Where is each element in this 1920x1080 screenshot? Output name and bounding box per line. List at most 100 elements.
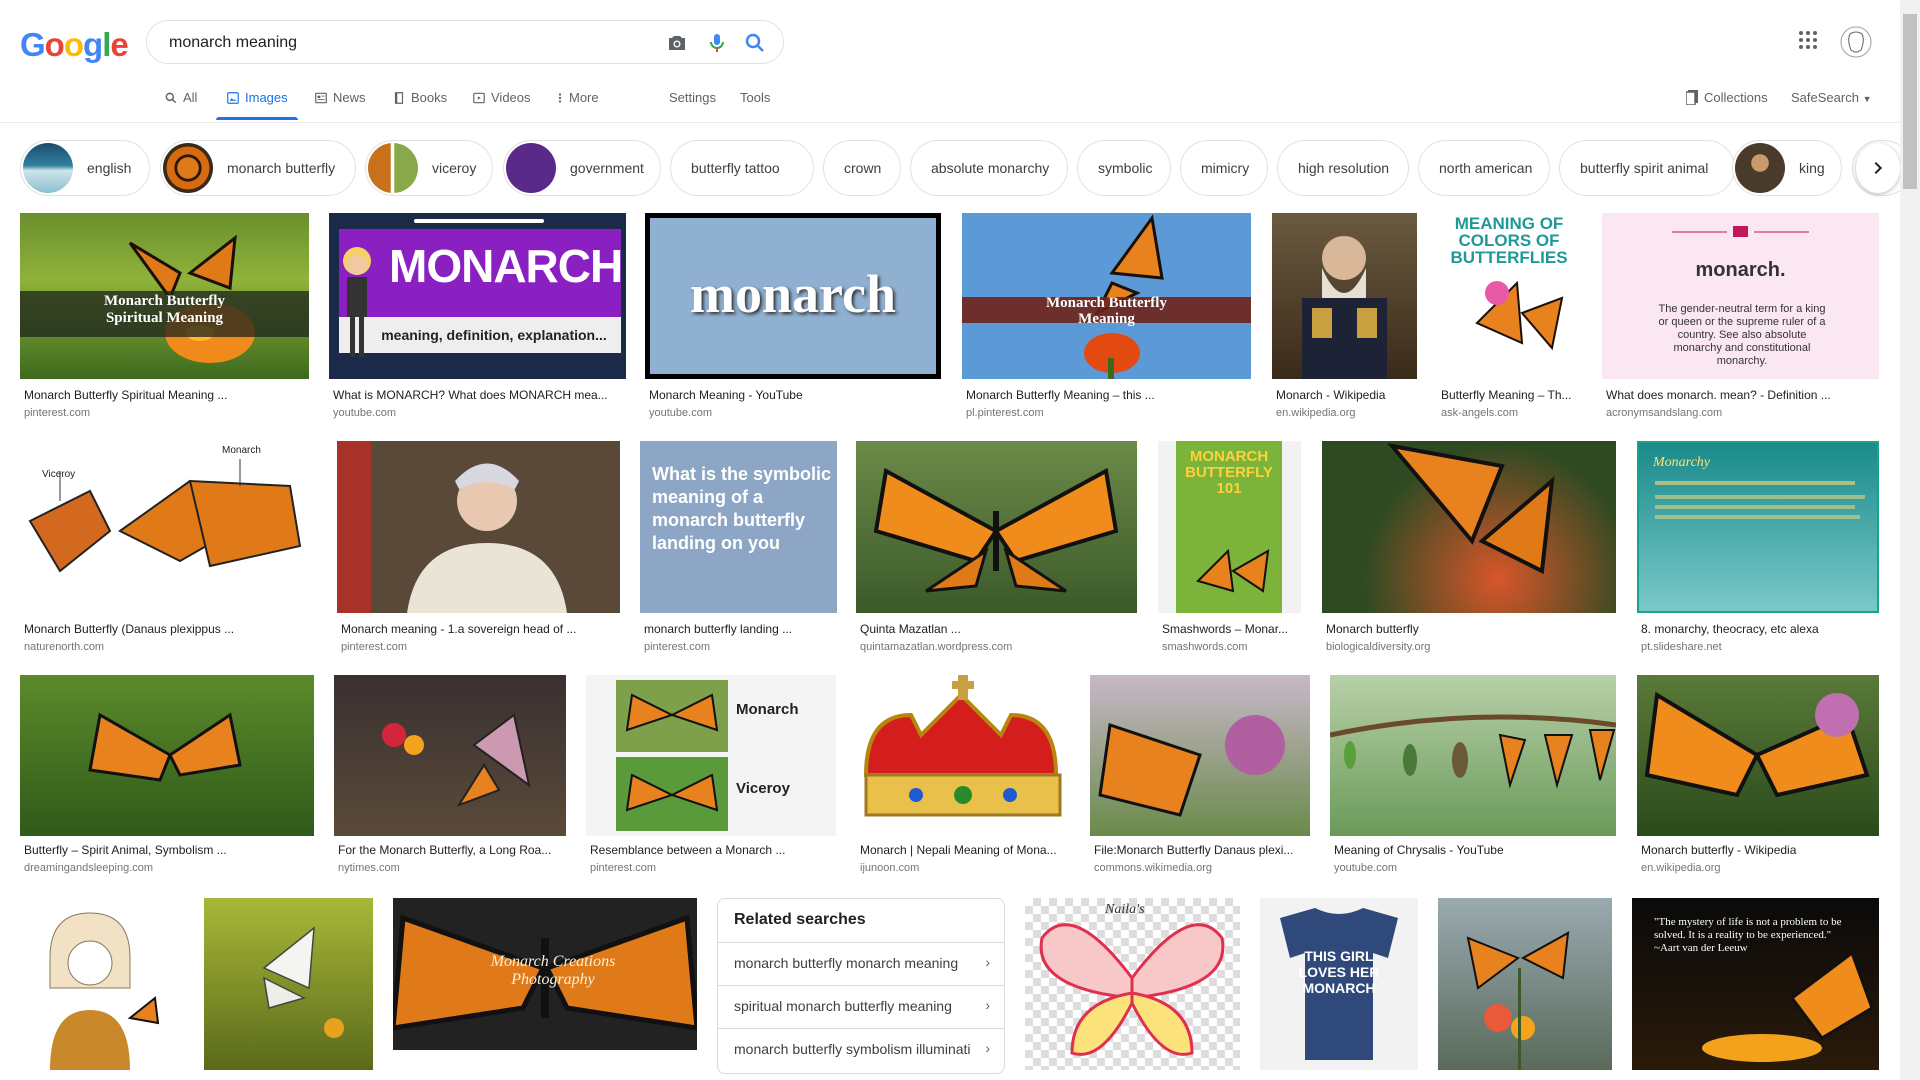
chip[interactable]: government	[503, 140, 661, 196]
result-thumbnail	[334, 675, 566, 836]
related-search-label: spiritual monarch butterfly meaning	[734, 998, 952, 1014]
overlay-text: Monarch	[736, 701, 799, 718]
chip[interactable]: butterfly spirit animal	[1559, 140, 1735, 196]
related-search-item[interactable]: monarch butterfly symbolism illuminati ›	[718, 1028, 1004, 1070]
result-caption: Butterfly – Spirit Animal, Symbolism ...	[24, 843, 227, 857]
microphone-icon[interactable]	[705, 31, 729, 55]
tab-more[interactable]: More	[556, 90, 599, 122]
chip[interactable]: mimicry	[1180, 140, 1268, 196]
result-source: youtube.com	[649, 407, 712, 419]
result-source: ask-angels.com	[1441, 407, 1519, 419]
chevron-right-icon: ›	[985, 997, 990, 1013]
chip[interactable]: high resolution	[1277, 140, 1409, 196]
avatar[interactable]	[1840, 26, 1872, 63]
chip-thumbnail	[368, 143, 418, 193]
tab-images[interactable]: Images	[216, 90, 298, 122]
scrollbar-thumb[interactable]	[1903, 14, 1917, 189]
tab-label: Settings	[669, 90, 716, 105]
logo-letter: G	[20, 26, 46, 63]
result-source: pl.pinterest.com	[966, 407, 1044, 419]
result-caption: What is MONARCH? What does MONARCH mea..…	[333, 388, 608, 402]
overlay-text: Monarch Butterfly Meaning	[1046, 295, 1167, 327]
related-search-item[interactable]: spiritual monarch butterfly meaning ›	[718, 985, 1004, 1027]
result-source: naturenorth.com	[24, 641, 105, 653]
chip[interactable]: butterfly tattoo	[670, 140, 814, 196]
result-thumbnail: Monarch Butterfly Spiritual Meaning	[20, 213, 309, 379]
result-source: pinterest.com	[341, 641, 408, 653]
collections-link[interactable]: Collections	[1686, 90, 1768, 105]
chip[interactable]: crown	[823, 140, 901, 196]
result-caption: Meaning of Chrysalis - YouTube	[1334, 843, 1504, 857]
result-caption: Smashwords – Monar...	[1162, 622, 1289, 636]
tab-videos[interactable]: Videos	[472, 90, 531, 122]
tab-tools[interactable]: Tools	[740, 90, 770, 122]
result-source: youtube.com	[1334, 862, 1397, 874]
chip[interactable]: monarch butterfly	[160, 140, 356, 196]
result-caption: Monarch meaning - 1.a sovereign head of …	[341, 622, 577, 636]
result-caption: Monarch Butterfly (Danaus plexippus ...	[24, 622, 235, 636]
tab-label: Videos	[491, 90, 531, 105]
camera-icon[interactable]	[665, 31, 689, 55]
chip[interactable]: english	[20, 140, 150, 196]
result-caption: Monarch Butterfly Meaning – this ...	[966, 388, 1155, 402]
chip[interactable]: absolute monarchy	[910, 140, 1068, 196]
result-caption: Monarch Meaning - YouTube	[649, 388, 803, 402]
result-caption: Monarch Butterfly Spiritual Meaning ...	[24, 388, 228, 402]
header-divider	[0, 122, 1900, 123]
chip[interactable]: viceroy	[365, 140, 493, 196]
search-icon[interactable]	[743, 31, 767, 55]
book-icon	[394, 92, 404, 104]
scrollbar[interactable]	[1900, 0, 1920, 1080]
overlay-text: Viceroy	[42, 469, 76, 480]
search-input[interactable]	[167, 31, 641, 55]
tab-all[interactable]: All	[164, 90, 197, 122]
related-search-item[interactable]: monarch butterfly monarch meaning ›	[718, 942, 1004, 984]
safesearch-dropdown[interactable]: SafeSearch ▼	[1791, 90, 1871, 105]
result-thumbnail	[1272, 213, 1417, 379]
tab-books[interactable]: Books	[392, 90, 447, 122]
result-source: ijunoon.com	[860, 862, 920, 874]
collections-label: Collections	[1704, 90, 1768, 105]
chevron-right-icon[interactable]	[1856, 143, 1900, 193]
google-logo[interactable]: Google	[20, 26, 129, 64]
result-thumbnail	[1637, 675, 1879, 836]
search-icon	[165, 92, 177, 104]
result-source: pt.slideshare.net	[1641, 641, 1722, 653]
caret-down-icon: ▼	[1862, 94, 1872, 104]
apps-icon[interactable]	[1796, 28, 1820, 57]
result-source: quintamazatlan.wordpress.com	[860, 641, 1013, 653]
result-source: biologicaldiversity.org	[1326, 641, 1431, 653]
result-thumbnail: THIS GIRL LOVES HER MONARCH	[1260, 898, 1418, 1070]
result-caption: Monarch | Nepali Meaning of Mona...	[860, 843, 1057, 857]
bookmark-icon	[1686, 90, 1698, 105]
result-caption: Quinta Mazatlan ...	[860, 622, 961, 636]
chip-label: high resolution	[1298, 160, 1390, 176]
chip[interactable]: symbolic	[1077, 140, 1171, 196]
tab-label: More	[569, 90, 599, 105]
chip-thumbnail	[1735, 143, 1785, 193]
chip-label: mimicry	[1201, 160, 1250, 176]
news-icon	[315, 92, 327, 104]
overlay-subtext: Viceroy	[736, 780, 790, 797]
overlay-subtext: The gender-neutral term for a king or qu…	[1658, 303, 1826, 367]
result-thumbnail: Naila's	[1025, 898, 1240, 1070]
result-thumbnail: Monarch Butterfly Meaning	[962, 213, 1251, 379]
tab-settings[interactable]: Settings	[669, 90, 716, 122]
tab-news[interactable]: News	[314, 90, 366, 122]
chip-label: english	[87, 160, 132, 176]
safesearch-label: SafeSearch	[1791, 90, 1859, 105]
chip[interactable]: king	[1732, 140, 1842, 196]
chevron-right-icon: ›	[985, 954, 990, 970]
result-caption: Butterfly Meaning – Th...	[1441, 388, 1572, 402]
overlay-text: Monarch Butterfly Spiritual Meaning	[104, 293, 225, 326]
chip[interactable]: north american	[1418, 140, 1550, 196]
chip-label: crown	[844, 160, 882, 176]
result-thumbnail	[204, 898, 373, 1070]
result-thumbnail	[1090, 675, 1310, 836]
video-icon	[473, 92, 485, 104]
result-thumbnail: Monarch Creations Photography	[393, 898, 697, 1050]
result-thumbnail: Viceroy Monarch	[20, 441, 316, 613]
result-thumbnail: Monarchy	[1637, 441, 1879, 613]
image-icon	[227, 92, 239, 104]
overlay-text: monarch	[689, 264, 896, 324]
